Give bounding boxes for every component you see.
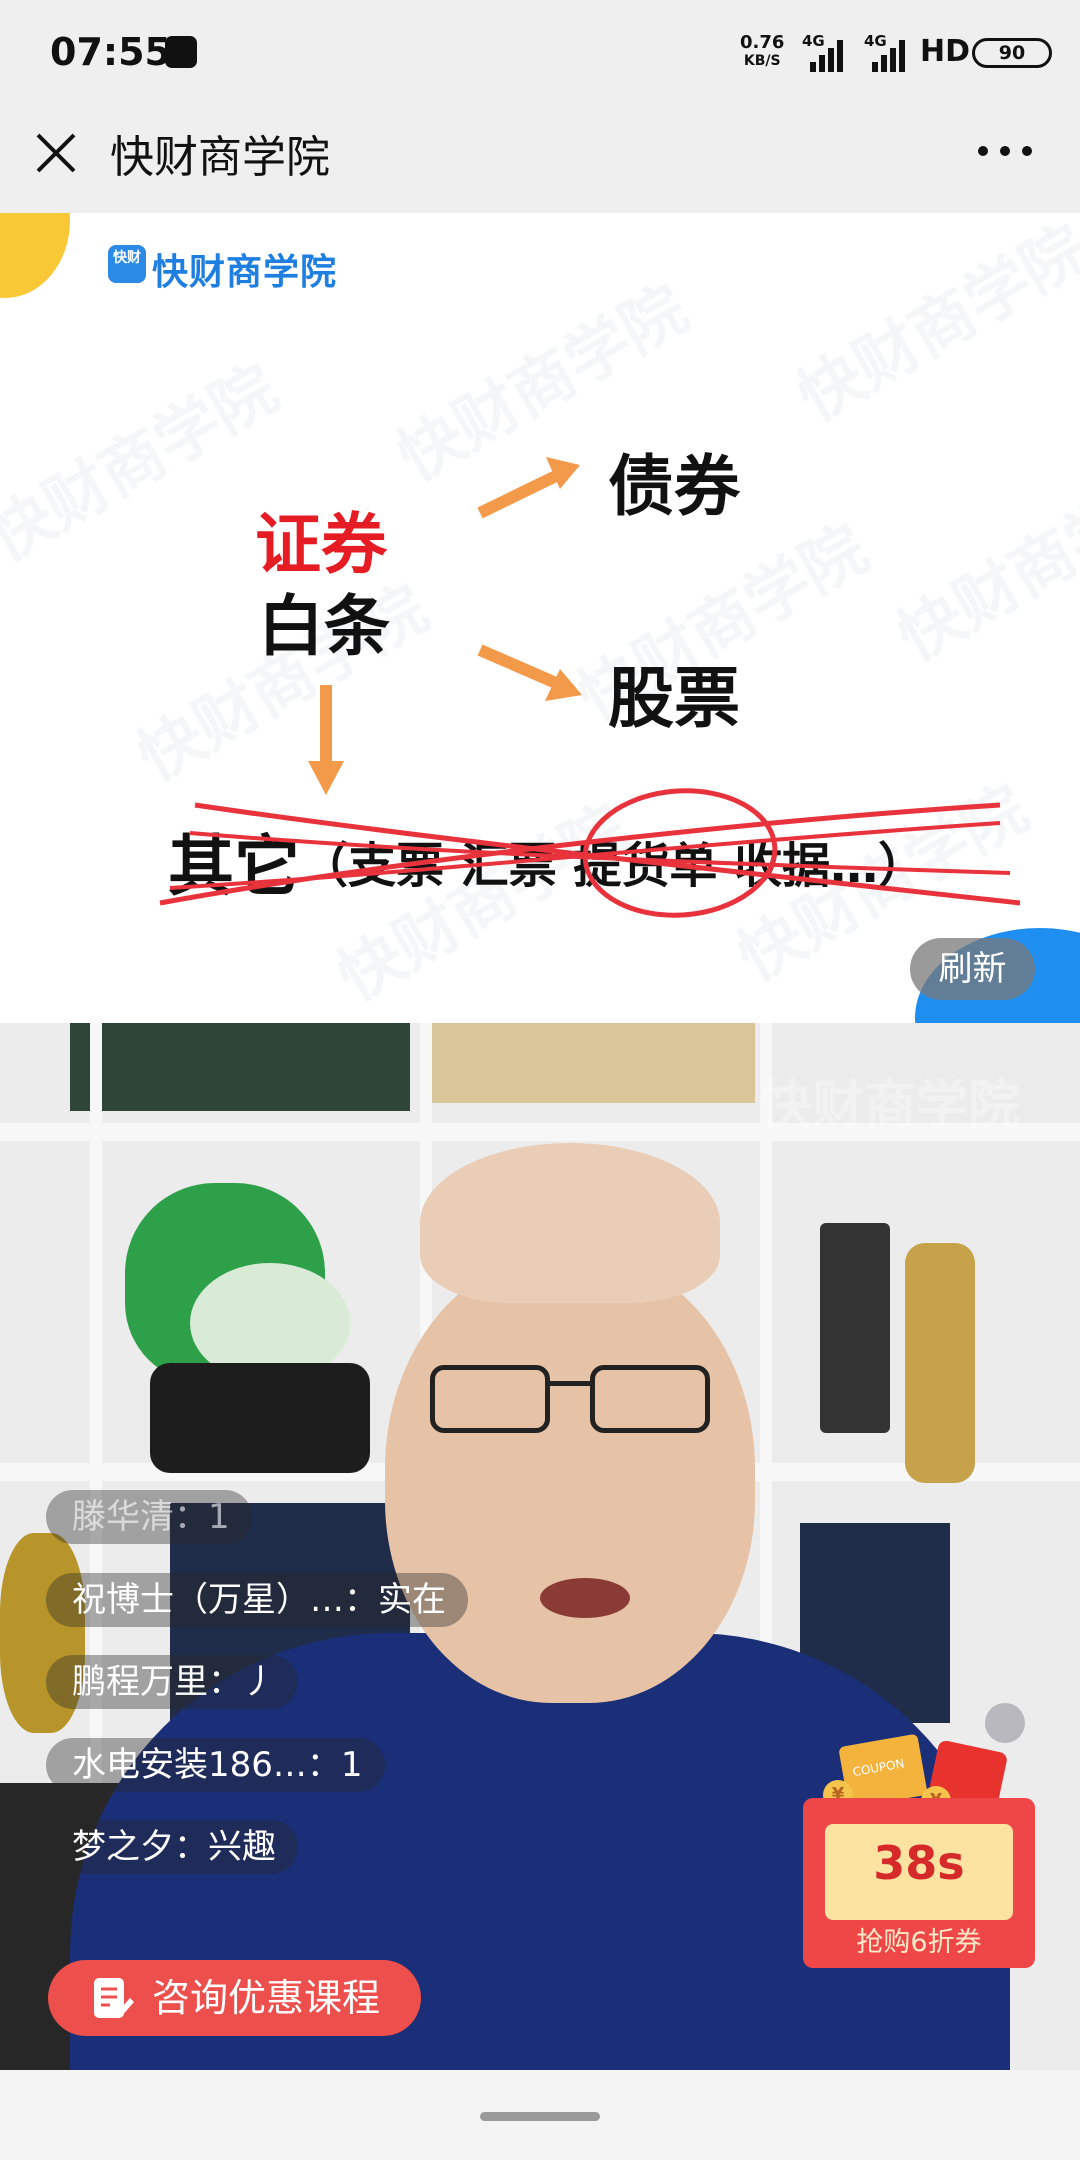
presenter-mouth (540, 1578, 630, 1618)
chat-comment: 梦之夕：兴趣 (46, 1820, 298, 1874)
battery-level: 90 (998, 42, 1026, 64)
network-speed-unit: KB/S (743, 53, 781, 69)
chat-comment: 鹏程万里：丿 (46, 1655, 298, 1709)
hd-call-icon: HD (920, 34, 971, 69)
refresh-button[interactable]: 刷新 (910, 938, 1035, 1000)
ornament-base (150, 1363, 370, 1473)
coupon-word: COUPON (851, 1756, 906, 1780)
glasses-left-lens (430, 1365, 550, 1433)
glasses-bridge (548, 1381, 592, 1386)
more-options-icon[interactable] (975, 143, 1035, 159)
status-bar: 07:55 0.76 KB/S 4G 4G HD 90 (0, 0, 1080, 105)
coupon-widget[interactable]: COUPON ¥ ¥ 38s 抢购6折券 (803, 1733, 1035, 2000)
coupon-caption: 抢购6折券 (856, 1927, 982, 1958)
close-icon[interactable] (30, 127, 82, 179)
notification-icon (165, 36, 197, 68)
document-edit-icon (94, 1978, 134, 2018)
glasses-right-lens (590, 1365, 710, 1433)
page-title: 快财商学院 (110, 132, 330, 183)
title-bar: 快财商学院 (0, 105, 1080, 213)
network-speed-value: 0.76 (740, 32, 785, 53)
lecture-slide: 快财商学院 快财商学院 快财商学院 快财商学院 快财商学院 快财商学院 快财商学… (0, 213, 1080, 1023)
presenter-face (385, 1253, 755, 1703)
status-time: 07:55 (50, 30, 171, 74)
coupon-countdown: 38s (873, 1836, 965, 1890)
video-watermark: 快财商学院 (760, 1076, 1021, 1136)
chat-comment: 祝博士（万星）…：实在 (46, 1573, 468, 1627)
home-gesture-bar[interactable] (480, 2112, 600, 2121)
book-row (425, 1023, 755, 1103)
collapse-icon[interactable] (985, 1703, 1025, 1743)
consult-discount-course-button[interactable]: 咨询优惠课程 (48, 1960, 421, 2036)
battery-icon: 90 (972, 38, 1052, 68)
book-on-shelf (820, 1223, 890, 1433)
network-speed: 0.76 KB/S (740, 34, 784, 70)
handwritten-strike-annotation (159, 788, 1021, 918)
presenter-head (420, 1143, 720, 1303)
golden-deer-ornament (905, 1243, 975, 1483)
chat-comment: 水电安装186…：1 (46, 1738, 385, 1792)
chat-comment: 滕华清：1 (46, 1490, 252, 1544)
consult-discount-course-label: 咨询优惠课程 (152, 1976, 381, 2020)
book-row (70, 1023, 410, 1111)
system-nav-bar (0, 2070, 1080, 2160)
